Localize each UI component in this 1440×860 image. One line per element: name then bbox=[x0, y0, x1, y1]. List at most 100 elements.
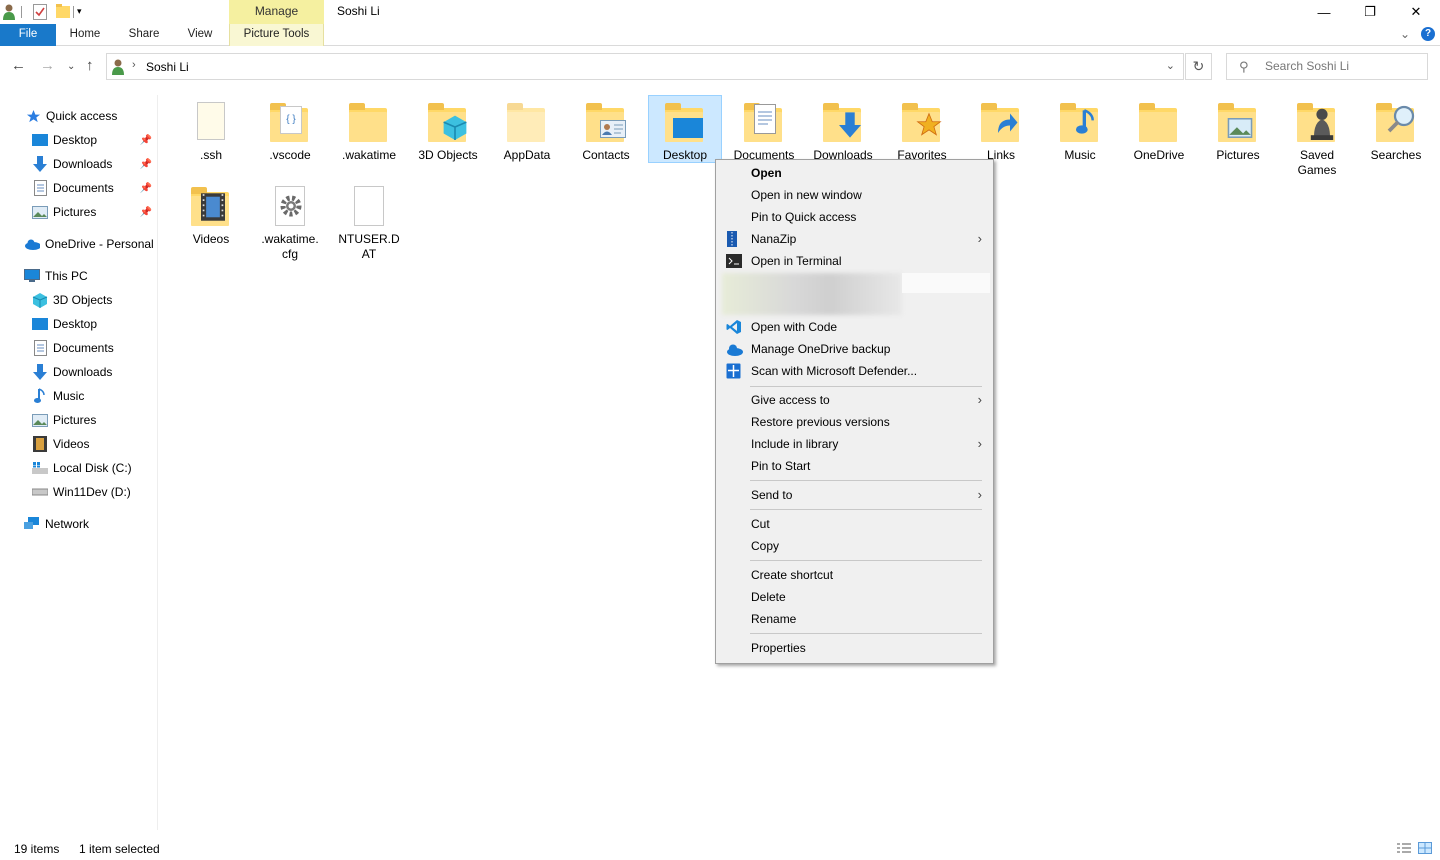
nav-quick-pictures[interactable]: Pictures 📌 bbox=[0, 201, 158, 223]
nav-pc-3d-objects[interactable]: 3D Objects bbox=[0, 289, 158, 311]
restore-button[interactable]: ❐ bbox=[1347, 0, 1393, 24]
item-documents[interactable]: Documents bbox=[727, 98, 801, 163]
close-button[interactable]: ✕ bbox=[1393, 0, 1439, 24]
nav-pc-videos[interactable]: Videos bbox=[0, 433, 158, 455]
item-links[interactable]: Links bbox=[964, 98, 1038, 163]
tab-share[interactable]: Share bbox=[122, 24, 166, 46]
menu-rename[interactable]: Rename bbox=[717, 608, 992, 630]
search-box[interactable]: ⚲ bbox=[1226, 53, 1428, 80]
item-contacts[interactable]: Contacts bbox=[569, 98, 643, 163]
menu-copy[interactable]: Copy bbox=[717, 535, 992, 557]
pin-icon: 📌 bbox=[139, 158, 152, 170]
minimize-button[interactable]: — bbox=[1301, 0, 1347, 24]
item-ssh[interactable]: .ssh bbox=[174, 98, 248, 163]
menu-open-new-window[interactable]: Open in new window bbox=[717, 184, 992, 206]
help-icon[interactable]: ? bbox=[1421, 27, 1435, 41]
item-saved-games[interactable]: Saved Games bbox=[1280, 98, 1354, 178]
nav-pc-documents[interactable]: Documents bbox=[0, 337, 158, 359]
nav-pc-win11dev[interactable]: Win11Dev (D:) bbox=[0, 481, 158, 503]
item-wakatime-cfg[interactable]: .wakatime.cfg bbox=[253, 182, 327, 262]
tab-view[interactable]: View bbox=[180, 24, 220, 46]
menu-separator bbox=[750, 633, 982, 634]
customize-qat-icon[interactable]: ▾ bbox=[77, 6, 82, 17]
nav-quick-downloads[interactable]: Downloads 📌 bbox=[0, 153, 158, 175]
menu-scan-defender[interactable]: Scan with Microsoft Defender... bbox=[717, 360, 992, 382]
nav-pc-pictures[interactable]: Pictures bbox=[0, 409, 158, 431]
expand-ribbon-icon[interactable]: ⌄ bbox=[1400, 27, 1410, 41]
menu-nanazip[interactable]: NanaZip › bbox=[717, 228, 992, 250]
item-label: Contacts bbox=[582, 148, 630, 162]
item-music[interactable]: Music bbox=[1043, 98, 1117, 163]
properties-icon[interactable] bbox=[33, 4, 47, 23]
nav-onedrive[interactable]: OneDrive - Personal bbox=[0, 233, 158, 255]
menu-pin-start[interactable]: Pin to Start bbox=[717, 455, 992, 477]
nav-quick-desktop[interactable]: Desktop 📌 bbox=[0, 129, 158, 151]
menu-give-access[interactable]: Give access to › bbox=[717, 389, 992, 411]
nav-pc-downloads[interactable]: Downloads bbox=[0, 361, 158, 383]
item-pictures[interactable]: Pictures bbox=[1201, 98, 1275, 163]
tab-picture-tools[interactable]: Picture Tools bbox=[229, 24, 324, 46]
back-icon[interactable]: ← bbox=[11, 57, 26, 74]
item-label: .vscode bbox=[269, 148, 311, 162]
item-label: .wakatime.cfg bbox=[261, 232, 319, 261]
manage-context-tab[interactable]: Manage bbox=[229, 0, 324, 24]
nav-this-pc[interactable]: This PC bbox=[0, 265, 158, 287]
download-icon bbox=[32, 364, 48, 380]
nav-pc-desktop[interactable]: Desktop bbox=[0, 313, 158, 335]
item-searches[interactable]: Searches bbox=[1359, 98, 1433, 163]
menu-onedrive-backup[interactable]: Manage OneDrive backup bbox=[717, 338, 992, 360]
item-wakatime[interactable]: .wakatime bbox=[332, 98, 406, 163]
item-3d-objects[interactable]: 3D Objects bbox=[411, 98, 485, 163]
recent-locations-icon[interactable]: ⌄ bbox=[67, 61, 75, 72]
large-icons-view-icon[interactable] bbox=[1418, 842, 1432, 857]
menu-open-with-code[interactable]: Open with Code bbox=[717, 316, 992, 338]
details-view-icon[interactable] bbox=[1396, 842, 1412, 857]
new-folder-icon[interactable] bbox=[56, 4, 70, 21]
nav-quick-access[interactable]: Quick access bbox=[0, 105, 158, 127]
menu-label: Open in Terminal bbox=[751, 254, 842, 268]
menu-separator bbox=[750, 480, 982, 481]
address-dropdown-icon[interactable]: ⌄ bbox=[1166, 59, 1175, 72]
menu-send-to[interactable]: Send to › bbox=[717, 484, 992, 506]
menu-create-shortcut[interactable]: Create shortcut bbox=[717, 564, 992, 586]
menu-properties[interactable]: Properties bbox=[717, 637, 992, 659]
breadcrumb-separator-icon[interactable]: › bbox=[132, 59, 136, 71]
search-input[interactable] bbox=[1265, 59, 1415, 73]
config-file-icon bbox=[266, 182, 314, 230]
item-favorites[interactable]: Favorites bbox=[885, 98, 959, 163]
tab-home[interactable]: Home bbox=[62, 24, 108, 46]
menu-delete[interactable]: Delete bbox=[717, 586, 992, 608]
item-vscode[interactable]: { } .vscode bbox=[253, 98, 327, 163]
item-ntuser-dat[interactable]: NTUSER.DAT bbox=[332, 182, 406, 262]
user-folder-icon[interactable] bbox=[3, 4, 15, 23]
refresh-button[interactable]: ↻ bbox=[1185, 53, 1212, 80]
windows-drive-icon bbox=[32, 460, 48, 476]
menu-cut[interactable]: Cut bbox=[717, 513, 992, 535]
context-menu: Open Open in new window Pin to Quick acc… bbox=[715, 159, 994, 664]
menu-open-terminal[interactable]: Open in Terminal bbox=[717, 250, 992, 272]
nanazip-icon bbox=[726, 231, 742, 247]
desktop-icon bbox=[32, 316, 48, 332]
menu-include-library[interactable]: Include in library › bbox=[717, 433, 992, 455]
menu-pin-quick-access[interactable]: Pin to Quick access bbox=[717, 206, 992, 228]
nav-network[interactable]: Network bbox=[0, 513, 158, 535]
nav-quick-documents[interactable]: Documents 📌 bbox=[0, 177, 158, 199]
menu-open[interactable]: Open bbox=[717, 162, 992, 184]
item-label: .ssh bbox=[199, 148, 222, 162]
user-folder-icon bbox=[112, 59, 124, 78]
address-bar[interactable]: › Soshi Li ⌄ bbox=[106, 53, 1184, 80]
item-desktop[interactable]: Desktop bbox=[648, 95, 722, 163]
item-downloads[interactable]: Downloads bbox=[806, 98, 880, 163]
breadcrumb[interactable]: Soshi Li bbox=[146, 60, 189, 74]
nav-pc-local-disk[interactable]: Local Disk (C:) bbox=[0, 457, 158, 479]
nav-pc-music[interactable]: Music bbox=[0, 385, 158, 407]
item-videos[interactable]: Videos bbox=[174, 182, 248, 247]
forward-icon[interactable]: → bbox=[40, 57, 55, 74]
item-onedrive[interactable]: OneDrive bbox=[1122, 98, 1196, 163]
up-icon[interactable]: ↑ bbox=[86, 57, 94, 74]
menu-restore-versions[interactable]: Restore previous versions bbox=[717, 411, 992, 433]
item-appdata[interactable]: AppData bbox=[490, 98, 564, 163]
music-note-icon bbox=[32, 388, 48, 404]
tab-file[interactable]: File bbox=[0, 24, 56, 46]
folder-downloads-icon bbox=[819, 98, 867, 146]
